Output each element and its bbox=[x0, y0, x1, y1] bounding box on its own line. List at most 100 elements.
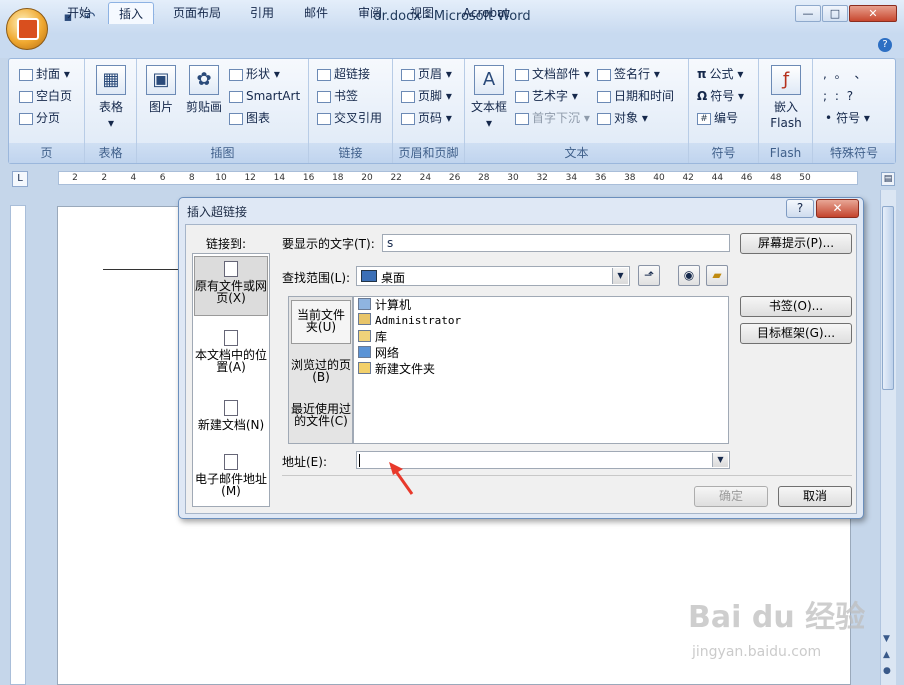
picture-icon: ▣ bbox=[146, 65, 176, 95]
tab-view[interactable]: 视图 bbox=[402, 2, 442, 24]
list-item[interactable]: 新建文件夹 bbox=[358, 361, 435, 377]
link-to-label: 链接到: bbox=[206, 237, 247, 251]
shapes-button[interactable]: 形状 ▾ bbox=[229, 64, 280, 84]
folder-icon bbox=[358, 362, 371, 374]
table-icon: ▦ bbox=[96, 65, 126, 95]
hyperlink-button[interactable]: 超链接 bbox=[317, 64, 370, 84]
list-item[interactable]: 网络 bbox=[358, 345, 399, 361]
ok-button[interactable]: 确定 bbox=[694, 486, 768, 507]
bookmark-dialog-button[interactable]: 书签(O)... bbox=[740, 296, 852, 317]
punct-row-2[interactable]: ; : ? bbox=[823, 86, 855, 106]
tab-mailings[interactable]: 邮件 bbox=[296, 2, 336, 24]
link-existing-file[interactable]: 原有文件或网页(X) bbox=[194, 256, 268, 316]
link-email-address[interactable]: 电子邮件地址(M) bbox=[194, 450, 268, 500]
equation-button[interactable]: π 公式 ▾ bbox=[697, 64, 743, 84]
prev-page-icon[interactable]: ▲ bbox=[883, 650, 890, 660]
cross-reference-button[interactable]: 交叉引用 bbox=[317, 108, 382, 128]
picture-button[interactable]: ▣ 图片 bbox=[143, 65, 179, 115]
quick-parts-button[interactable]: 文档部件 ▾ bbox=[515, 64, 590, 84]
dialog-title: 插入超链接 bbox=[187, 205, 248, 219]
link-place-in-document[interactable]: 本文档中的位置(A) bbox=[194, 326, 268, 376]
browse-web-icon[interactable]: ◉ bbox=[678, 265, 700, 286]
ruler-tick-label: 50 bbox=[799, 173, 811, 183]
tab-page-layout[interactable]: 页面布局 bbox=[164, 2, 230, 24]
ruler-tick-label: 44 bbox=[711, 173, 724, 183]
omega-icon: Ω bbox=[697, 89, 708, 103]
footer-button[interactable]: 页脚 ▾ bbox=[401, 86, 452, 106]
symbol-button[interactable]: Ω 符号 ▾ bbox=[697, 86, 744, 106]
text-cursor bbox=[359, 454, 360, 467]
signature-line-button[interactable]: 签名行 ▾ bbox=[597, 64, 660, 84]
minimize-button[interactable]: — bbox=[795, 5, 821, 22]
browse-file-icon[interactable]: ▰ bbox=[706, 265, 728, 286]
horizontal-ruler[interactable]: 2 2 4 6 8 10 12 14 16 18 20 22 24 26 28 30 32 34 36 38 40 42 4… bbox=[58, 171, 858, 185]
scroll-down-icon[interactable]: ▼ bbox=[883, 634, 890, 644]
table-button[interactable]: ▦ 表格 ▾ bbox=[91, 65, 131, 131]
screentip-button[interactable]: 屏幕提示(P)... bbox=[740, 233, 852, 254]
address-dropdown-icon[interactable]: ▼ bbox=[712, 453, 728, 467]
link-new-document[interactable]: 新建文档(N) bbox=[194, 396, 268, 436]
display-text-input[interactable]: s bbox=[382, 234, 730, 252]
target-frame-button[interactable]: 目标框架(G)... bbox=[740, 323, 852, 344]
tab-stop-selector[interactable]: L bbox=[12, 171, 28, 187]
tab-references[interactable]: 引用 bbox=[242, 2, 282, 24]
list-item[interactable]: 库 bbox=[358, 329, 387, 345]
list-item[interactable]: Administrator bbox=[358, 313, 461, 329]
view-ruler-icon[interactable]: ▤ bbox=[881, 172, 895, 186]
punct-row-1[interactable]: , 。 、 bbox=[823, 64, 868, 84]
look-in-combo[interactable]: 桌面 ▼ bbox=[356, 266, 630, 286]
ruler-tick-label: 40 bbox=[653, 173, 665, 183]
desktop-icon bbox=[361, 270, 377, 282]
chart-button[interactable]: 图表 bbox=[229, 108, 270, 128]
nav-browsed-pages[interactable]: 浏览过的页(B) bbox=[291, 353, 351, 393]
scrollbar-thumb[interactable] bbox=[882, 206, 894, 390]
drop-cap-button[interactable]: 首字下沉 ▾ bbox=[515, 108, 590, 128]
dialog-help-button[interactable]: ? bbox=[786, 199, 814, 218]
embed-flash-button[interactable]: ƒ 嵌入 Flash bbox=[765, 65, 807, 131]
ruler-tick-label: 36 bbox=[594, 173, 607, 183]
ruler-tick-label: 4 bbox=[130, 173, 137, 183]
tab-review[interactable]: 审阅 bbox=[350, 2, 390, 24]
wordart-button[interactable]: 艺术字 ▾ bbox=[515, 86, 578, 106]
cover-page-button[interactable]: 封面 ▾ bbox=[19, 64, 70, 84]
close-button[interactable]: ✕ bbox=[849, 5, 897, 22]
page-number-button[interactable]: 页码 ▾ bbox=[401, 108, 452, 128]
browse-object-icon[interactable]: ● bbox=[883, 666, 891, 676]
look-in-label: 查找范围(L): bbox=[282, 271, 351, 285]
office-button[interactable] bbox=[6, 8, 48, 50]
object-button[interactable]: 对象 ▾ bbox=[597, 108, 648, 128]
date-time-button[interactable]: 日期和时间 bbox=[597, 86, 674, 106]
textbox-button[interactable]: A 文本框 ▾ bbox=[469, 65, 509, 131]
link-to-bar: 原有文件或网页(X) 本文档中的位置(A) 新建文档(N) 电子邮件地址(M) bbox=[192, 253, 270, 507]
blank-page-button[interactable]: 空白页 bbox=[19, 86, 72, 106]
header-icon bbox=[401, 68, 415, 81]
ruler-tick-label: 24 bbox=[419, 173, 432, 183]
maximize-button[interactable]: □ bbox=[822, 5, 848, 22]
dialog-close-button[interactable]: ✕ bbox=[816, 199, 859, 218]
tab-home[interactable]: 开始 bbox=[58, 2, 100, 24]
ruler-tick-label: 46 bbox=[740, 173, 753, 183]
office-logo-icon bbox=[17, 18, 39, 40]
look-in-dropdown-icon[interactable]: ▼ bbox=[612, 268, 628, 284]
nav-current-folder[interactable]: 当前文件夹(U) bbox=[291, 300, 351, 344]
header-button[interactable]: 页眉 ▾ bbox=[401, 64, 452, 84]
cancel-button[interactable]: 取消 bbox=[778, 486, 852, 507]
numbering-button[interactable]: # 编号 bbox=[697, 108, 738, 128]
up-folder-icon[interactable]: ⬏ bbox=[638, 265, 660, 286]
computer-icon bbox=[358, 298, 371, 310]
special-symbol-button[interactable]: • 符号 ▾ bbox=[825, 108, 870, 128]
tab-insert[interactable]: 插入 bbox=[108, 2, 154, 24]
group-label-illustrations: 插图 bbox=[137, 143, 308, 163]
ruler-tick-label: 8 bbox=[188, 173, 195, 183]
nav-recent-files[interactable]: 最近使用过的文件(C) bbox=[291, 397, 351, 441]
bookmark-button[interactable]: 书签 bbox=[317, 86, 358, 106]
help-icon[interactable]: ? bbox=[878, 38, 892, 52]
signature-line-icon bbox=[597, 68, 611, 81]
group-tables: ▦ 表格 ▾ 表格 bbox=[85, 59, 137, 163]
smartart-button[interactable]: SmartArt bbox=[229, 86, 300, 106]
tab-acrobat[interactable]: Acrobat bbox=[456, 2, 516, 24]
list-item[interactable]: 计算机 bbox=[358, 297, 411, 313]
clipart-button[interactable]: ✿ 剪贴画 bbox=[183, 65, 225, 115]
vertical-ruler[interactable] bbox=[10, 205, 26, 685]
page-break-button[interactable]: 分页 bbox=[19, 108, 60, 128]
